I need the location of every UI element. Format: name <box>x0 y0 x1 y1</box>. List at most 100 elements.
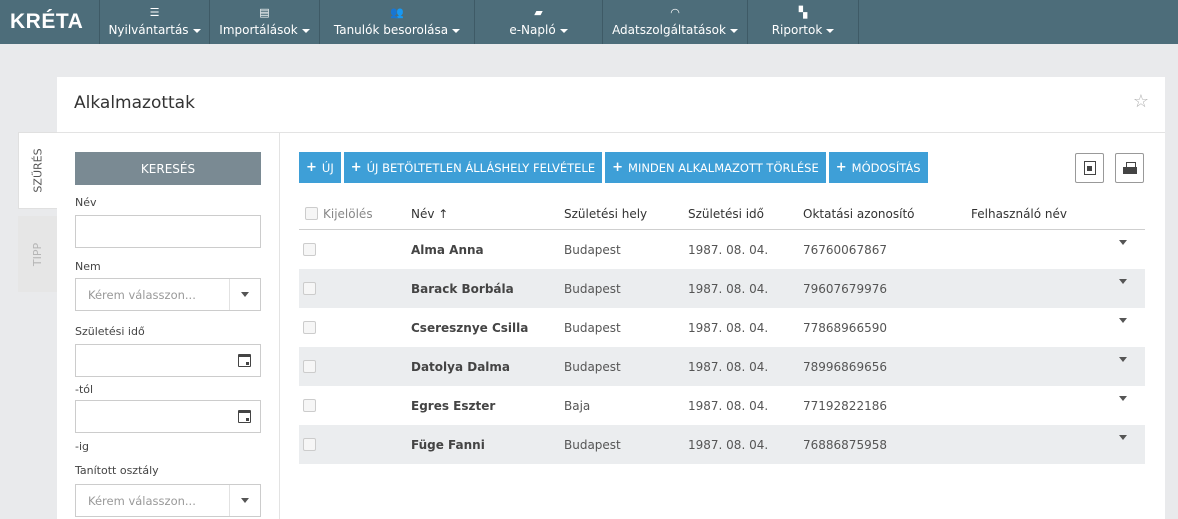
nav-item-tanulok-besorolasa[interactable]: 👥 Tanulók besorolása <box>319 0 474 44</box>
nav-label: Importálások <box>219 23 298 37</box>
cell-birth-date: 1987. 08. 04. <box>688 359 769 374</box>
caret-down-icon <box>729 28 738 33</box>
caret-down-icon <box>192 28 201 33</box>
grid-toolbar: + ÚJ + ÚJ BETÖLTETLEN ÁLLÁSHELY FELVÉTELE … <box>299 152 928 183</box>
table-row[interactable]: Alma Anna Budapest 1987. 08. 04. 7676006786… <box>299 230 1145 269</box>
caret-down-icon <box>559 28 568 33</box>
cell-birth-place: Baja <box>564 398 591 413</box>
caret-down-icon <box>452 28 461 33</box>
class-placeholder: Kérem válasszon... <box>88 493 196 508</box>
row-menu-caret-icon[interactable] <box>1119 240 1127 245</box>
book-icon: ▰ <box>534 6 543 19</box>
row-checkbox[interactable] <box>303 438 316 451</box>
delete-all-label: MINDEN ALKALMAZOTT TÖRLÉSE <box>628 160 819 175</box>
nav-label: Riportok <box>771 23 823 37</box>
new-button-label: ÚJ <box>321 160 334 175</box>
row-checkbox[interactable] <box>303 282 316 295</box>
row-checkbox[interactable] <box>303 360 316 373</box>
table-row[interactable]: Barack Borbála Budapest 1987. 08. 04. 79607… <box>299 269 1145 308</box>
column-name[interactable]: Név ↑ <box>411 198 448 229</box>
row-checkbox[interactable] <box>303 399 316 412</box>
row-menu-caret-icon[interactable] <box>1119 279 1127 284</box>
row-checkbox-cell[interactable] <box>303 230 316 269</box>
cell-birth-place: Budapest <box>564 320 621 335</box>
nav-label: Nyilvántartás <box>108 23 189 37</box>
database-icon: ▤ <box>259 6 270 19</box>
row-checkbox-cell[interactable] <box>303 308 316 347</box>
table-row[interactable]: Cseresznye Csilla Budapest 1987. 08. 04. 77… <box>299 308 1145 347</box>
column-birth-place[interactable]: Születési hely <box>564 198 647 229</box>
row-checkbox-cell[interactable] <box>303 269 316 308</box>
print-button[interactable] <box>1115 153 1144 183</box>
cell-birth-date: 1987. 08. 04. <box>688 242 769 257</box>
row-checkbox-cell[interactable] <box>303 386 316 425</box>
new-vacancy-button[interactable]: + ÚJ BETÖLTETLEN ÁLLÁSHELY FELVÉTELE <box>343 152 603 183</box>
name-input[interactable] <box>75 215 261 248</box>
table-row[interactable]: Füge Fanni Budapest 1987. 08. 04. 768868759… <box>299 425 1145 464</box>
tab-szures[interactable]: SZŰRÉS <box>18 132 57 209</box>
column-username[interactable]: Felhasználó név <box>971 198 1067 229</box>
new-button[interactable]: + ÚJ <box>299 152 341 183</box>
row-menu-caret-icon[interactable] <box>1119 318 1127 323</box>
select-all-checkbox[interactable] <box>305 207 318 220</box>
cell-birth-date: 1987. 08. 04. <box>688 437 769 452</box>
nav-label: Adatszolgáltatások <box>612 23 726 37</box>
row-menu-caret-icon[interactable] <box>1119 396 1127 401</box>
modify-label: MÓDOSÍTÁS <box>851 160 921 175</box>
nav-label: e-Napló <box>509 23 556 37</box>
name-label: Név <box>75 196 97 209</box>
birth-date-from-input[interactable] <box>75 344 261 377</box>
kreta-logo[interactable]: KRÉTA <box>0 0 99 44</box>
delete-all-button[interactable]: + MINDEN ALKALMAZOTT TÖRLÉSE <box>605 152 826 183</box>
main-panel: Alkalmazottak ☆ KERESÉS Név Nem Kérem vá… <box>57 77 1165 519</box>
column-select: Kijelölés <box>323 206 373 221</box>
modify-button[interactable]: + MÓDOSÍTÁS <box>828 152 928 183</box>
new-vacancy-label: ÚJ BETÖLTETLEN ÁLLÁSHELY FELVÉTELE <box>366 160 596 175</box>
gender-placeholder: Kérem válasszon... <box>88 287 196 302</box>
class-select[interactable]: Kérem válasszon... <box>75 484 261 517</box>
cell-birth-place: Budapest <box>564 281 621 296</box>
cell-birth-date: 1987. 08. 04. <box>688 281 769 296</box>
table-row[interactable]: Egres Eszter Baja 1987. 08. 04. 77192822186 <box>299 386 1145 425</box>
to-label: -ig <box>75 440 90 453</box>
nav-item-adatszolgaltatasok[interactable]: ◠ Adatszolgáltatások <box>602 0 747 44</box>
excel-export-icon <box>1083 161 1096 175</box>
page-title: Alkalmazottak <box>74 93 195 113</box>
column-edu-id[interactable]: Oktatási azonosító <box>803 198 915 229</box>
gender-label: Nem <box>75 260 101 273</box>
grid-header: Kijelölés Név ↑ Születési hely Születési… <box>299 198 1145 230</box>
gender-select[interactable]: Kérem válasszon... <box>75 278 261 311</box>
nav-item-nyilvantartas[interactable]: ☰ Nyilvántartás <box>99 0 209 44</box>
row-checkbox[interactable] <box>303 321 316 334</box>
row-checkbox-cell[interactable] <box>303 425 316 464</box>
calendar-icon[interactable] <box>238 410 251 423</box>
excel-export-button[interactable] <box>1075 153 1104 183</box>
column-birth-date[interactable]: Születési idő <box>688 198 764 229</box>
search-button[interactable]: KERESÉS <box>75 152 261 185</box>
table-row[interactable]: Datolya Dalma Budapest 1987. 08. 04. 789968… <box>299 347 1145 386</box>
plus-icon: + <box>612 160 624 175</box>
top-navbar: KRÉTA ☰ Nyilvántartás ▤ Importálások 👥 T… <box>0 0 1178 44</box>
row-menu-caret-icon[interactable] <box>1119 357 1127 362</box>
filter-panel: KERESÉS Név Nem Kérem válasszon... Szüle… <box>75 152 261 517</box>
nav-item-e-naplo[interactable]: ▰ e-Napló <box>474 0 602 44</box>
cell-edu-id: 78996869656 <box>803 359 887 374</box>
caret-down-icon <box>826 28 835 33</box>
tab-tipp-label: TIPP <box>30 242 44 266</box>
nav-item-importalasok[interactable]: ▤ Importálások <box>209 0 319 44</box>
nav-item-riportok[interactable]: ▚ Riportok <box>747 0 859 44</box>
star-icon[interactable]: ☆ <box>1133 91 1149 112</box>
nav-label: Tanulók besorolása <box>333 23 449 37</box>
calendar-icon[interactable] <box>238 354 251 367</box>
row-checkbox-cell[interactable] <box>303 347 316 386</box>
print-icon <box>1122 161 1137 175</box>
wifi-icon: ◠ <box>670 6 680 19</box>
birth-date-label: Születési idő <box>75 325 145 338</box>
select-all-header[interactable]: Kijelölés <box>305 198 373 229</box>
tab-tipp[interactable]: TIPP <box>18 216 57 292</box>
from-label: -tól <box>75 383 94 396</box>
birth-date-to-input[interactable] <box>75 400 261 433</box>
cell-name: Egres Eszter <box>411 398 496 413</box>
row-menu-caret-icon[interactable] <box>1119 435 1127 440</box>
row-checkbox[interactable] <box>303 243 316 256</box>
